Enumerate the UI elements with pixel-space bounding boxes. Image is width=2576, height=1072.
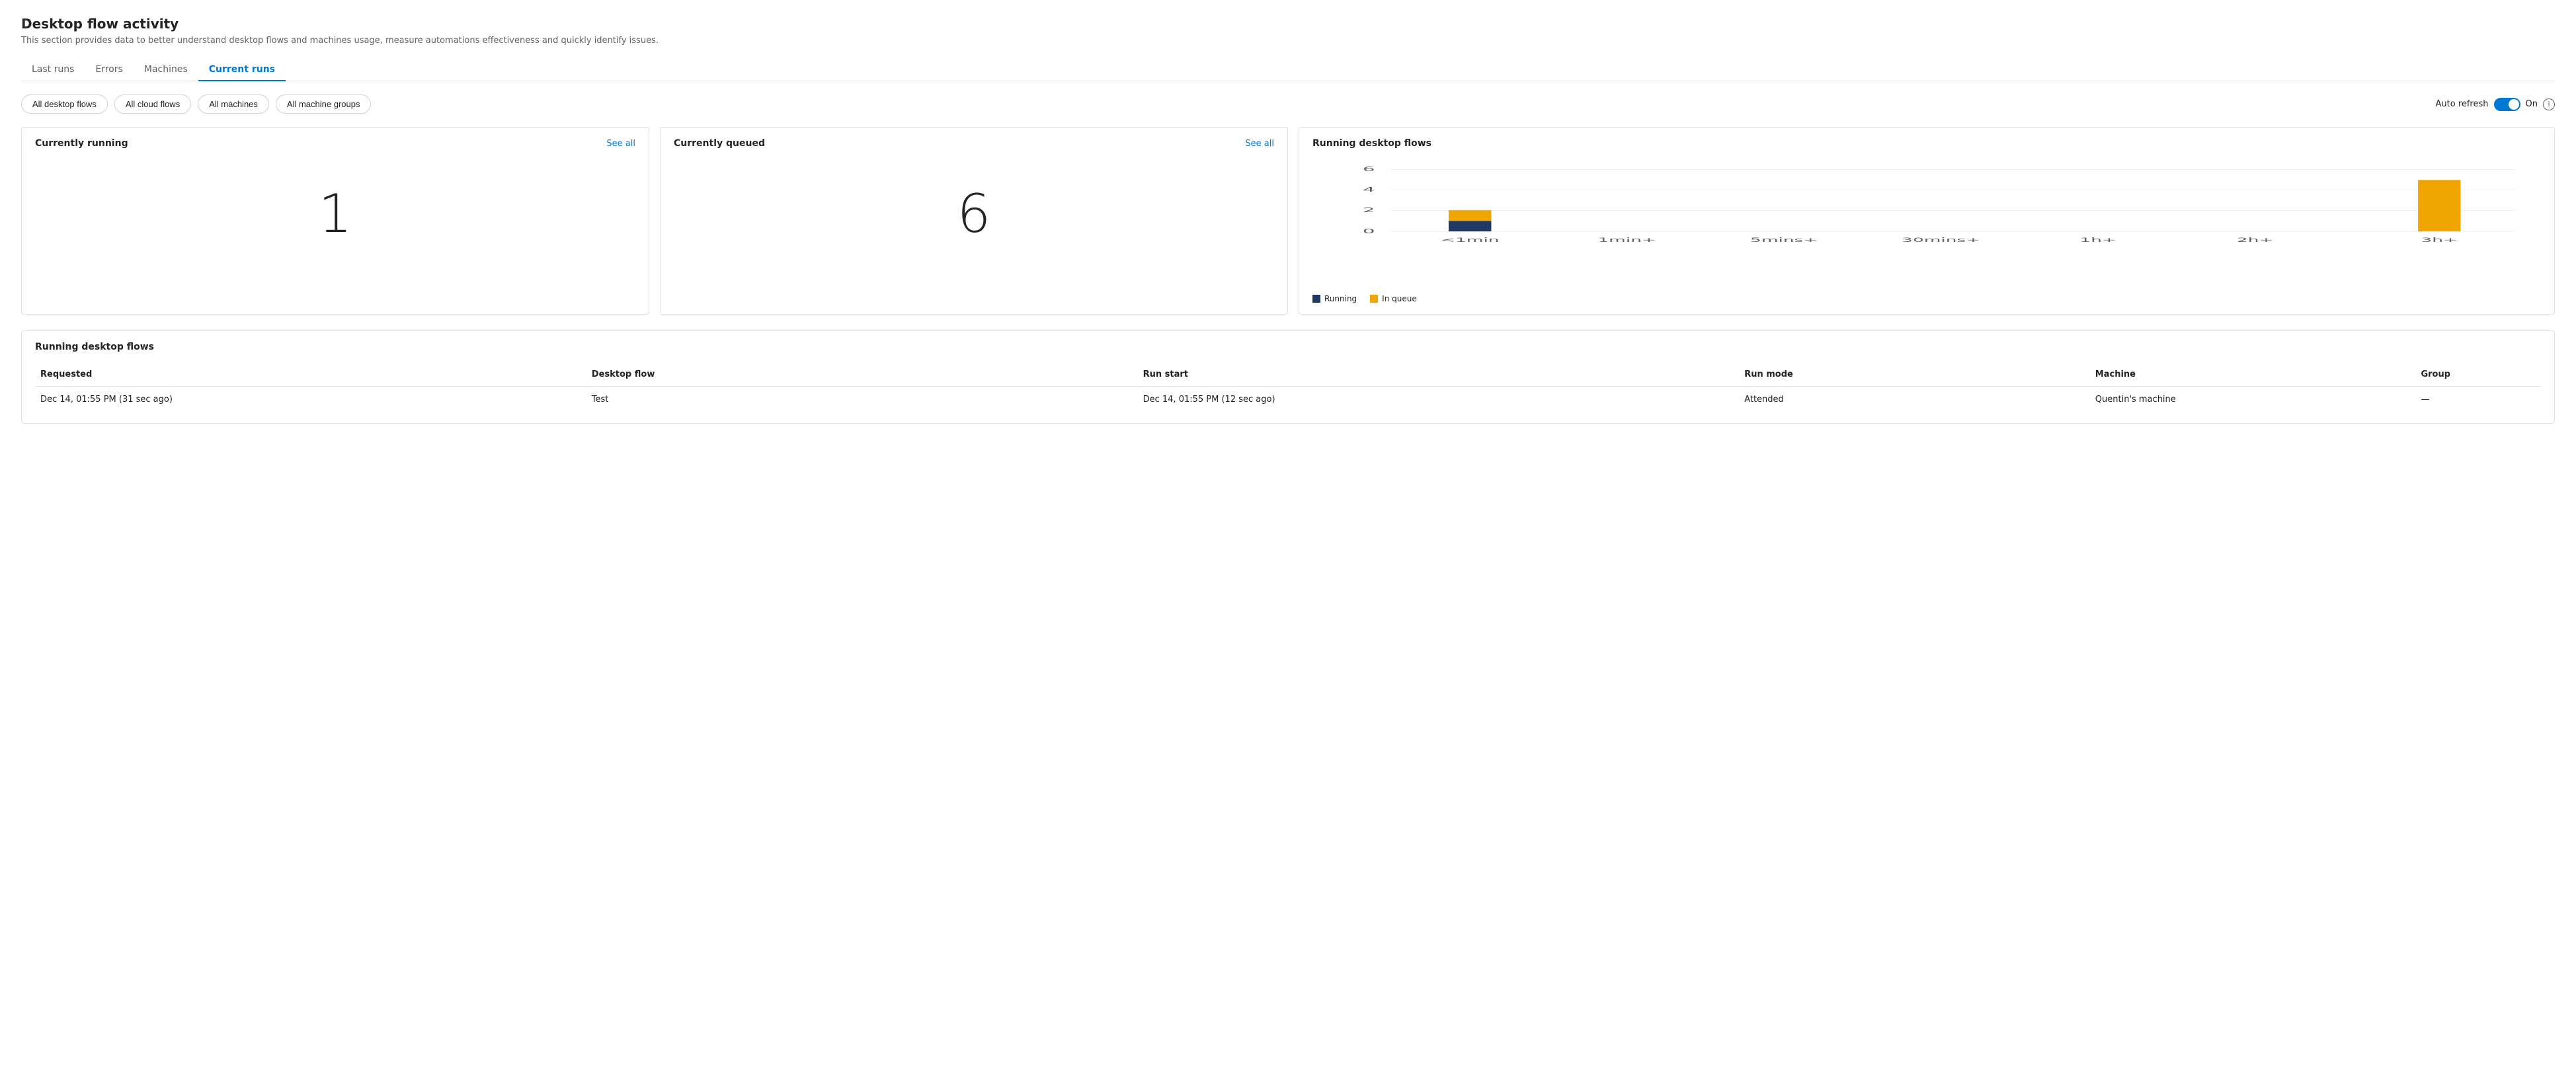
- currently-running-see-all[interactable]: See all: [606, 139, 635, 149]
- svg-text:5mins+: 5mins+: [1750, 237, 1818, 243]
- svg-text:4: 4: [1363, 186, 1375, 194]
- filter-all-machine-groups[interactable]: All machine groups: [276, 95, 372, 114]
- page-title: Desktop flow activity: [21, 16, 2555, 32]
- chart-legend: Running In queue: [1312, 294, 2541, 303]
- cell-group: —: [2415, 387, 2541, 413]
- filter-all-cloud-flows[interactable]: All cloud flows: [114, 95, 191, 114]
- legend-running-color: [1312, 295, 1320, 303]
- cell-run-start: Dec 14, 01:55 PM (12 sec ago): [1138, 387, 1740, 413]
- currently-queued-value: 6: [674, 157, 1274, 271]
- page-subtitle: This section provides data to better und…: [21, 36, 2555, 46]
- currently-running-value: 1: [35, 157, 635, 271]
- legend-in-queue: In queue: [1370, 294, 1417, 303]
- info-icon[interactable]: i: [2543, 98, 2555, 110]
- legend-running-label: Running: [1324, 294, 1357, 303]
- legend-in-queue-color: [1370, 295, 1378, 303]
- running-table-title: Running desktop flows: [35, 342, 2541, 352]
- svg-text:2h+: 2h+: [2237, 237, 2274, 243]
- filter-all-desktop-flows[interactable]: All desktop flows: [21, 95, 108, 114]
- legend-in-queue-label: In queue: [1382, 294, 1417, 303]
- col-header-run-start: Run start: [1138, 363, 1740, 387]
- running-table: Requested Desktop flow Run start Run mod…: [35, 363, 2541, 412]
- svg-text:30mins+: 30mins+: [1902, 237, 1980, 243]
- currently-running-header: Currently running See all: [35, 138, 635, 149]
- currently-queued-see-all[interactable]: See all: [1245, 139, 1274, 149]
- legend-running: Running: [1312, 294, 1357, 303]
- running-desktop-flows-card: Running desktop flows 0 2 4 6: [1299, 127, 2555, 315]
- running-table-section: Running desktop flows Requested Desktop …: [21, 330, 2555, 424]
- currently-queued-card: Currently queued See all 6: [660, 127, 1288, 315]
- filters-row: All desktop flows All cloud flows All ma…: [21, 95, 2555, 114]
- col-header-desktop-flow: Desktop flow: [586, 363, 1138, 387]
- table-header-row: Requested Desktop flow Run start Run mod…: [35, 363, 2541, 387]
- tab-last-runs[interactable]: Last runs: [21, 59, 85, 81]
- currently-running-card: Currently running See all 1: [21, 127, 649, 315]
- cell-run-mode: Attended: [1739, 387, 2090, 413]
- chart-title: Running desktop flows: [1312, 138, 1431, 149]
- svg-text:<1min: <1min: [1441, 237, 1500, 243]
- chart-svg: 0 2 4 6 <1min 1min+ 5mins+: [1332, 163, 2534, 262]
- tabs: Last runs Errors Machines Current runs: [21, 59, 2555, 81]
- auto-refresh-toggle[interactable]: [2494, 98, 2520, 111]
- tab-machines[interactable]: Machines: [134, 59, 198, 81]
- auto-refresh-label: Auto refresh: [2435, 99, 2488, 109]
- svg-text:1min+: 1min+: [1597, 237, 1656, 243]
- chart-area: 0 2 4 6 <1min 1min+ 5mins+: [1312, 157, 2541, 289]
- svg-text:0: 0: [1363, 228, 1375, 235]
- currently-queued-title: Currently queued: [674, 138, 765, 149]
- table-row: Dec 14, 01:55 PM (31 sec ago) Test Dec 1…: [35, 387, 2541, 413]
- col-header-requested: Requested: [35, 363, 586, 387]
- svg-text:3h+: 3h+: [2421, 237, 2458, 243]
- toggle-thumb: [2509, 99, 2519, 110]
- currently-queued-header: Currently queued See all: [674, 138, 1274, 149]
- chart-header: Running desktop flows: [1312, 138, 2541, 149]
- svg-text:1h+: 1h+: [2079, 237, 2116, 243]
- filter-all-machines[interactable]: All machines: [198, 95, 269, 114]
- cell-desktop-flow: Test: [586, 387, 1138, 413]
- tab-current-runs[interactable]: Current runs: [198, 59, 286, 81]
- cell-machine: Quentin's machine: [2090, 387, 2416, 413]
- col-header-group: Group: [2415, 363, 2541, 387]
- cell-requested: Dec 14, 01:55 PM (31 sec ago): [35, 387, 586, 413]
- col-header-machine: Machine: [2090, 363, 2416, 387]
- svg-text:6: 6: [1363, 166, 1375, 173]
- cards-row: Currently running See all 1 Currently qu…: [21, 127, 2555, 315]
- col-header-run-mode: Run mode: [1739, 363, 2090, 387]
- auto-refresh-status: On: [2526, 99, 2538, 109]
- tab-errors[interactable]: Errors: [85, 59, 133, 81]
- svg-text:2: 2: [1363, 207, 1375, 214]
- currently-running-title: Currently running: [35, 138, 128, 149]
- auto-refresh-section: Auto refresh On i: [2435, 98, 2555, 111]
